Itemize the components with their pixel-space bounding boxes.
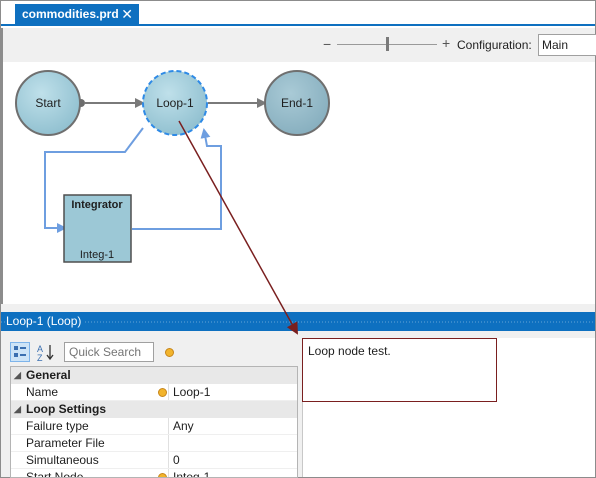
svg-text:Z: Z <box>37 353 43 362</box>
loop-node-label: Loop-1 <box>156 96 194 110</box>
property-row-failure-type[interactable]: Failure type Any <box>11 418 297 435</box>
connector-start-loop[interactable] <box>77 98 145 108</box>
quick-search-input[interactable] <box>64 342 154 362</box>
diagram-toolbar: − + Configuration: Main <box>1 28 596 62</box>
integrator-node-name: Integ-1 <box>80 249 114 261</box>
property-label: Start Node <box>26 470 84 478</box>
collapse-icon[interactable]: ◢ <box>14 401 21 418</box>
close-icon[interactable]: ✕ <box>121 4 133 24</box>
categorized-view-button[interactable] <box>10 342 30 362</box>
property-row-simultaneous[interactable]: Simultaneous 0 <box>11 452 297 469</box>
document-tab-title: commodities.prd <box>22 7 119 21</box>
start-node[interactable]: Start <box>15 70 81 136</box>
property-row-name[interactable]: Name Loop-1 <box>11 384 297 401</box>
integrator-node-title: Integrator <box>71 199 123 211</box>
zoom-in-icon[interactable]: + <box>442 35 450 51</box>
zoom-out-icon[interactable]: − <box>323 36 331 52</box>
category-label: General <box>26 368 71 382</box>
integrator-node[interactable]: Integrator Integ-1 <box>63 194 132 263</box>
category-general[interactable]: ◢ General <box>11 367 297 384</box>
property-row-start-node[interactable]: Start Node Integ-1 <box>11 469 297 478</box>
zoom-slider-thumb[interactable] <box>386 37 389 51</box>
property-status-icon <box>158 473 167 477</box>
property-status-icon <box>158 388 167 397</box>
properties-header-title: Loop-1 (Loop) <box>6 314 86 328</box>
sort-alphabetical-icon: A Z <box>37 344 54 363</box>
property-value[interactable]: Integ-1 <box>173 469 210 477</box>
splitter[interactable] <box>1 304 595 312</box>
category-label: Loop Settings <box>26 402 106 416</box>
property-value[interactable]: Loop-1 <box>173 384 210 401</box>
document-tab[interactable]: commodities.prd ✕ <box>15 4 139 24</box>
property-status-icon <box>165 348 174 357</box>
loop-node[interactable]: Loop-1 <box>142 70 208 136</box>
collapse-icon[interactable]: ◢ <box>14 367 21 384</box>
end-node-label: End-1 <box>281 96 313 110</box>
property-grid: ◢ General Name Loop-1 ◢ Loop Settings Fa… <box>10 366 298 478</box>
properties-header: Loop-1 (Loop) <box>1 312 595 331</box>
end-node[interactable]: End-1 <box>264 70 330 136</box>
categorized-icon <box>14 346 26 357</box>
connector-integrator-loop[interactable] <box>132 128 222 230</box>
annotation-box <box>302 338 497 402</box>
property-row-parameter-file[interactable]: Parameter File <box>11 435 297 452</box>
diagram-canvas[interactable]: Start Loop-1 End-1 Integrator Integ-1 <box>1 62 595 304</box>
start-node-label: Start <box>35 96 61 110</box>
alphabetical-view-button[interactable]: A Z <box>36 342 56 363</box>
property-label: Failure type <box>26 419 89 433</box>
document-tab-strip: commodities.prd ✕ <box>1 1 595 26</box>
property-label: Name <box>26 385 59 399</box>
diagram-svg: Start Loop-1 End-1 Integrator Integ-1 <box>15 70 330 263</box>
property-label: Parameter File <box>26 436 105 450</box>
property-label: Simultaneous <box>26 453 99 467</box>
property-value[interactable]: Any <box>173 418 194 435</box>
configuration-label: Configuration: <box>457 38 532 52</box>
category-loop-settings[interactable]: ◢ Loop Settings <box>11 401 297 418</box>
property-value[interactable]: 0 <box>173 452 180 469</box>
configuration-select[interactable]: Main <box>538 34 596 56</box>
